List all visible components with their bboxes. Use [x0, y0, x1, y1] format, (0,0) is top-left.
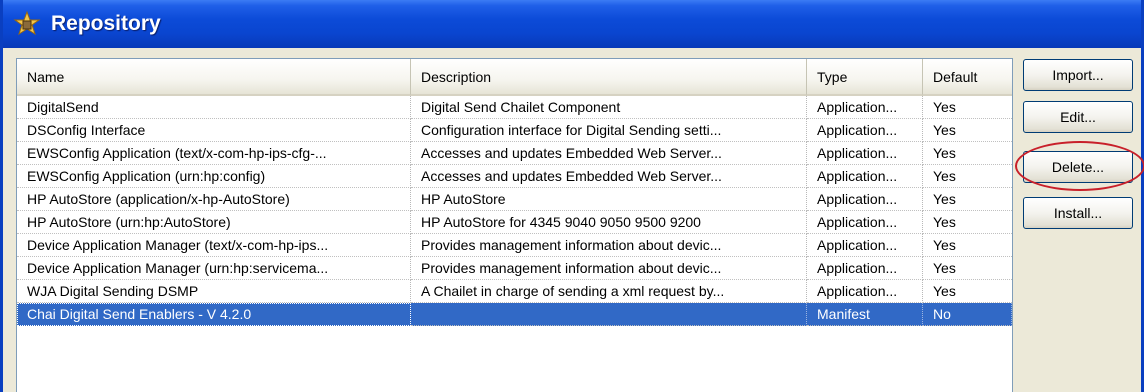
table-row[interactable]: WJA Digital Sending DSMP A Chailet in cha… [17, 280, 1012, 303]
table-row[interactable]: HP AutoStore (urn:hp:AutoStore) HP AutoSt… [17, 211, 1012, 234]
cell-default: No [923, 303, 1012, 326]
cell-description: Digital Send Chailet Component [411, 96, 807, 119]
repository-list[interactable]: Name Description Type Default DigitalSen… [16, 58, 1013, 392]
cell-default: Yes [923, 234, 1012, 257]
title-bar[interactable]: Repository [3, 0, 1141, 48]
table-row[interactable]: DigitalSend Digital Send Chailet Componen… [17, 96, 1012, 119]
repository-icon [13, 10, 41, 36]
cell-type: Application... [807, 119, 923, 142]
cell-name: EWSConfig Application (text/x-com-hp-ips… [17, 142, 411, 165]
cell-name: DSConfig Interface [17, 119, 411, 142]
cell-description: A Chailet in charge of sending a xml req… [411, 280, 807, 303]
cell-default: Yes [923, 96, 1012, 119]
cell-type: Application... [807, 165, 923, 188]
cell-default: Yes [923, 165, 1012, 188]
table-row[interactable]: EWSConfig Application (text/x-com-hp-ips… [17, 142, 1012, 165]
cell-default: Yes [923, 188, 1012, 211]
cell-type: Application... [807, 257, 923, 280]
cell-name: HP AutoStore (urn:hp:AutoStore) [17, 211, 411, 234]
cell-description: HP AutoStore [411, 188, 807, 211]
table-row[interactable]: Device Application Manager (urn:hp:servi… [17, 257, 1012, 280]
cell-description [411, 303, 807, 326]
cell-description: Accesses and updates Embedded Web Server… [411, 142, 807, 165]
table-row[interactable]: EWSConfig Application (urn:hp:config) Acc… [17, 165, 1012, 188]
cell-type: Application... [807, 280, 923, 303]
cell-description: Provides management information about de… [411, 234, 807, 257]
cell-default: Yes [923, 280, 1012, 303]
install-button[interactable]: Install... [1023, 197, 1133, 229]
cell-name: EWSConfig Application (urn:hp:config) [17, 165, 411, 188]
repository-window: Repository Name Description Type Default… [0, 0, 1144, 392]
list-body: DigitalSend Digital Send Chailet Componen… [17, 96, 1012, 326]
cell-type: Application... [807, 142, 923, 165]
cell-type: Manifest [807, 303, 923, 326]
table-row[interactable]: DSConfig Interface Configuration interfac… [17, 119, 1012, 142]
cell-type: Application... [807, 96, 923, 119]
table-row[interactable]: Device Application Manager (text/x-com-h… [17, 234, 1012, 257]
table-row[interactable]: Chai Digital Send Enablers - V 4.2.0 Mani… [17, 303, 1012, 326]
list-header: Name Description Type Default [17, 59, 1012, 96]
import-button[interactable]: Import... [1023, 59, 1133, 91]
delete-button[interactable]: Delete... [1023, 151, 1133, 183]
cell-description: Provides management information about de… [411, 257, 807, 280]
table-row[interactable]: HP AutoStore (application/x-hp-AutoStore… [17, 188, 1012, 211]
cell-name: HP AutoStore (application/x-hp-AutoStore… [17, 188, 411, 211]
cell-default: Yes [923, 257, 1012, 280]
cell-name: Device Application Manager (urn:hp:servi… [17, 257, 411, 280]
cell-type: Application... [807, 234, 923, 257]
column-header-description[interactable]: Description [411, 59, 807, 96]
column-header-type[interactable]: Type [807, 59, 923, 96]
cell-name: DigitalSend [17, 96, 411, 119]
cell-name: WJA Digital Sending DSMP [17, 280, 411, 303]
window-title: Repository [51, 12, 161, 35]
cell-name: Device Application Manager (text/x-com-h… [17, 234, 411, 257]
column-header-name[interactable]: Name [17, 59, 411, 96]
cell-description: Configuration interface for Digital Send… [411, 119, 807, 142]
cell-description: Accesses and updates Embedded Web Server… [411, 165, 807, 188]
cell-type: Application... [807, 211, 923, 234]
cell-description: HP AutoStore for 4345 9040 9050 9500 920… [411, 211, 807, 234]
cell-name: Chai Digital Send Enablers - V 4.2.0 [17, 303, 411, 326]
column-header-default[interactable]: Default [923, 59, 1012, 96]
cell-default: Yes [923, 119, 1012, 142]
edit-button[interactable]: Edit... [1023, 101, 1133, 133]
cell-type: Application... [807, 188, 923, 211]
cell-default: Yes [923, 142, 1012, 165]
cell-default: Yes [923, 211, 1012, 234]
